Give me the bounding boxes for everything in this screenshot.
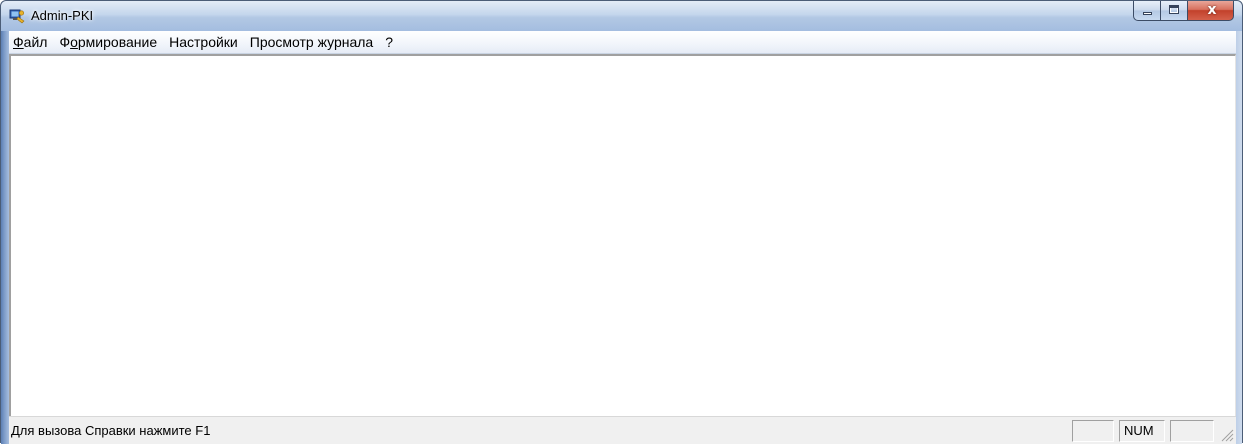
menu-settings[interactable]: Настройки <box>163 32 244 52</box>
minimize-button[interactable] <box>1133 1 1160 21</box>
menu-file[interactable]: Файл <box>9 32 53 52</box>
status-pane-caps <box>1072 420 1114 442</box>
menu-bar: Файл Формирование Настройки Просмотр жур… <box>9 31 1236 54</box>
client-area[interactable] <box>9 54 1236 416</box>
menu-help[interactable]: ? <box>379 32 399 52</box>
app-window: Admin-PKI x Файл Формирование Настройки … <box>0 0 1243 444</box>
menu-file-mnemonic: Ф <box>13 34 24 50</box>
maximize-button[interactable] <box>1160 1 1187 21</box>
close-icon: x <box>1207 2 1217 18</box>
menu-file-label: айл <box>23 34 48 50</box>
title-bar[interactable]: Admin-PKI x <box>1 1 1242 31</box>
menu-formation-label: рмирование <box>77 34 158 50</box>
status-pane-num: NUM <box>1119 420 1165 442</box>
status-text: Для вызова Справки нажмите F1 <box>11 423 211 438</box>
minimize-icon <box>1143 12 1152 15</box>
caption-buttons: x <box>1133 1 1234 22</box>
status-pane-scroll <box>1170 420 1214 442</box>
maximize-icon <box>1169 5 1179 14</box>
menu-formation[interactable]: Формирование <box>53 32 163 52</box>
window-title: Admin-PKI <box>31 8 94 23</box>
menu-view-log[interactable]: Просмотр журнала <box>244 32 379 52</box>
status-bar: Для вызова Справки нажмите F1 NUM <box>9 416 1236 444</box>
close-button[interactable]: x <box>1187 1 1234 21</box>
window-border-left <box>1 31 9 444</box>
size-grip-icon[interactable] <box>1220 428 1234 442</box>
menu-formation-mnemonic: о <box>70 34 78 50</box>
admin-pki-app-icon <box>9 9 25 24</box>
menu-formation-prefix: Ф <box>59 34 71 50</box>
